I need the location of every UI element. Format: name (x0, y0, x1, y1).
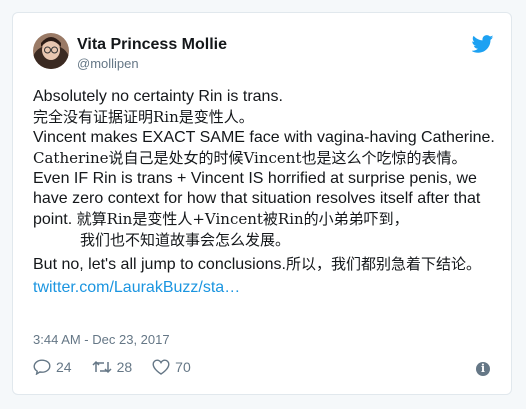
info-icon[interactable]: i (476, 362, 490, 376)
tweet-line-translation: 就算Rin是变性人+Vincent被Rin的小弟弟吓到， (76, 210, 409, 228)
reply-count: 24 (56, 359, 72, 375)
avatar[interactable] (33, 33, 69, 69)
retweet-button[interactable]: 28 (92, 359, 133, 375)
tweet-line-translation: 完全没有证据证明Rin是变性人。 (33, 108, 254, 126)
user-handle[interactable]: @mollipen (77, 56, 139, 71)
tweet-link[interactable]: twitter.com/LaurakBuzz/sta… (33, 279, 240, 296)
twitter-bird-icon[interactable] (471, 35, 494, 53)
tweet-line: Even IF Rin is trans + Vincent IS horrif… (33, 169, 498, 230)
tweet-line-translation: 我们也不知道故事会怎么发展。 (80, 231, 291, 249)
retweet-icon (92, 360, 112, 374)
tweet-line-translation: Catherine说自己是处女的时候Vincent也是这么个吃惊的表情。 (33, 149, 467, 167)
reply-icon (33, 359, 51, 375)
timestamp[interactable]: 3:44 AM - Dec 23, 2017 (33, 332, 170, 347)
reply-button[interactable]: 24 (33, 359, 72, 375)
like-count: 70 (175, 359, 191, 375)
tweet-line-text: But no, let's all jump to conclusions. (33, 256, 286, 273)
tweet-card: Vita Princess Mollie @mollipen Absolutel… (12, 12, 512, 395)
like-button[interactable]: 70 (152, 359, 191, 375)
tweet-line-translation: 所以，我们都别急着下结论。 (285, 255, 481, 273)
tweet-line: Vincent makes EXACT SAME face with vagin… (33, 129, 495, 146)
tweet-line: Absolutely no certainty Rin is trans. (33, 88, 283, 105)
like-icon (152, 359, 170, 375)
action-bar: 24 28 70 (33, 359, 211, 375)
tweet-line: But no, let's all jump to conclusions.所以… (33, 254, 498, 275)
display-name[interactable]: Vita Princess Mollie (77, 36, 227, 54)
tweet-text: Absolutely no certainty Rin is trans. 完全… (33, 87, 498, 298)
tweet-link-line: twitter.com/LaurakBuzz/sta… (33, 278, 498, 298)
retweet-count: 28 (116, 359, 133, 375)
